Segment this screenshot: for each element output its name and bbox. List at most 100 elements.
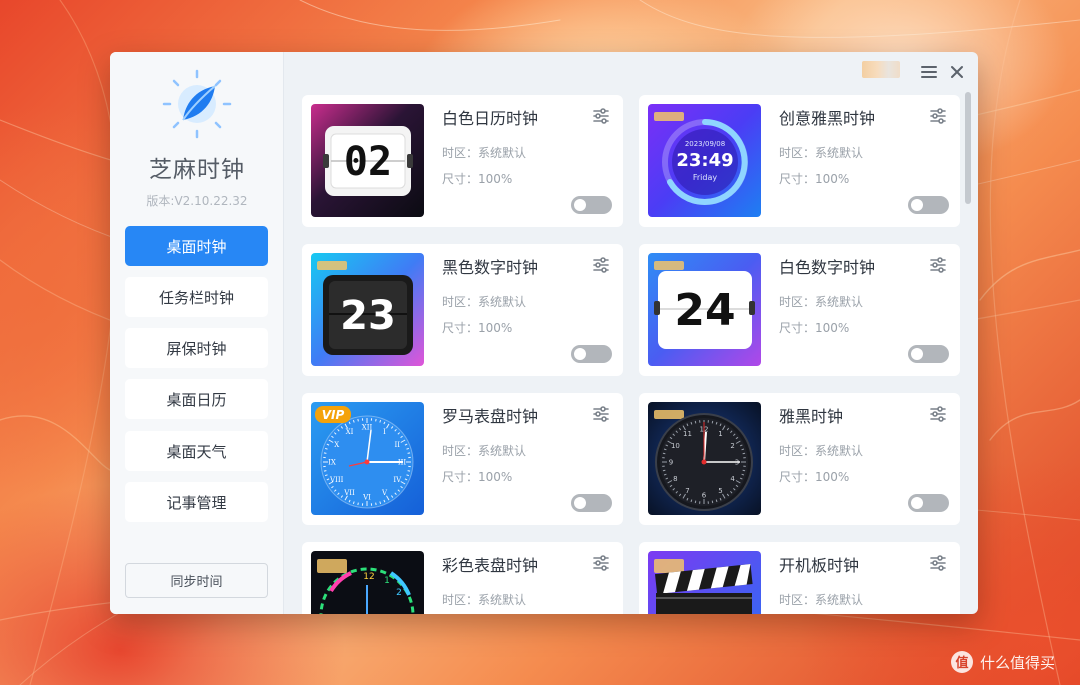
sliders-icon[interactable] [929,405,947,423]
dial-numeral: XI [346,428,354,436]
card-title: 开机板时钟 [779,556,860,575]
card-title: 彩色表盘时钟 [442,556,539,575]
dial-tick [694,420,697,424]
dial-tick [694,500,697,504]
dial-numeral: 2 [730,442,734,450]
enable-toggle[interactable] [908,494,949,512]
watermark-logo-icon: 值 [951,651,973,673]
user-avatar-blurred[interactable] [862,61,900,78]
dial-numeral: VIII [329,476,344,484]
sync-time-button[interactable]: 同步时间 [125,563,268,598]
dial-numeral: VII [343,489,355,497]
dial-tick [357,418,359,422]
nav-taskbar-clock[interactable]: 任务栏时钟 [125,277,268,317]
dial-numeral: 11 [683,430,692,438]
dial-tick [407,452,411,454]
thumb-time: 23:49 [676,150,733,171]
nav-screensaver-clock[interactable]: 屏保时钟 [125,328,268,368]
sliders-icon[interactable] [592,107,610,125]
clock-card-white-calendar[interactable]: 02 白色日历时钟 时区：系统默认 尺寸：100% [302,95,623,227]
card-title: 黑色数字时钟 [442,258,539,277]
card-size: 尺寸：100% [779,321,850,335]
enable-toggle[interactable] [908,196,949,214]
sliders-icon[interactable] [592,554,610,572]
clock-thumbnail-roman-dial: XIIIIIIIIIVVVIVIIVIIIIXXXI VIP [311,402,424,515]
enable-toggle[interactable] [571,494,612,512]
clock-card-clapperboard[interactable]: 开机板时钟 时区：系统默认 [639,542,960,614]
dial-numeral: 9 [669,459,673,467]
thumb-numeral-2: 2 [396,588,402,598]
nav-notes-management[interactable]: 记事管理 [125,482,268,522]
card-size: 尺寸：100% [442,470,513,484]
sliders-icon[interactable] [592,256,610,274]
thumb-digits: 02 [344,139,392,185]
clock-card-white-digital[interactable]: 24 白色数字时钟 时区：系统默认 尺寸：100% [639,244,960,376]
dial-tick [711,500,714,504]
dial-tick [323,470,327,472]
nav-desktop-clock[interactable]: 桌面时钟 [125,226,268,266]
card-size: 尺寸：100% [779,172,850,186]
dial-numeral: 10 [671,442,680,450]
enable-toggle[interactable] [571,196,612,214]
card-size: 尺寸：100% [779,470,850,484]
card-size: 尺寸：100% [442,321,513,335]
menu-icon[interactable] [920,64,938,80]
card-title: 罗马表盘时钟 [442,407,539,426]
card-size: 尺寸：100% [442,172,513,186]
dial-tick [407,470,411,472]
clock-card-creative-black[interactable]: 2023/09/08 23:49 Friday 创意雅黑时钟 时区：系统默认 尺… [639,95,960,227]
sliders-icon[interactable] [592,405,610,423]
dial-tick [662,452,666,455]
card-timezone: 时区：系统默认 [779,593,864,607]
dial-numeral: 7 [685,487,689,495]
sliders-icon[interactable] [929,554,947,572]
nav-desktop-weather[interactable]: 桌面天气 [125,431,268,471]
app-name: 芝麻时钟 [149,157,245,183]
clock-card-elegant-black[interactable]: 121234567891011 雅黑时钟 时区：系统默认 尺寸：100% [639,393,960,525]
thumb-numeral-12: 12 [363,572,374,582]
app-version: 版本:V2.10.22.32 [146,194,248,208]
card-title: 白色日历时钟 [442,109,539,128]
card-timezone: 时区：系统默认 [779,295,864,309]
thumb-day: Friday [693,173,718,182]
clock-card-black-digital[interactable]: 23 黑色数字时钟 时区：系统默认 尺寸：100% [302,244,623,376]
dial-tick [711,420,714,424]
card-timezone: 时区：系统默认 [442,444,527,458]
card-timezone: 时区：系统默认 [442,146,527,160]
clock-thumbnail-black-digital: 23 [311,253,424,366]
dial-numeral: 6 [702,492,707,500]
dial-numeral: I [383,428,386,436]
thumb-date: 2023/09/08 [685,140,725,148]
dial-numeral: X [334,441,339,449]
clock-card-colorful-dial[interactable]: 12 1 2 彩色表盘时钟 时区：系统默认 [302,542,623,614]
dial-tick [375,502,377,506]
enable-toggle[interactable] [908,345,949,363]
thumb-numeral-1: 1 [384,576,390,586]
dial-tick [357,502,359,506]
nav-desktop-calendar[interactable]: 桌面日历 [125,379,268,419]
close-icon[interactable] [949,64,965,80]
dial-numeral: II [395,441,401,449]
dial-numeral: 5 [718,487,722,495]
card-timezone: 时区：系统默认 [442,295,527,309]
clock-thumbnail-creative-black: 2023/09/08 23:49 Friday [648,104,761,217]
dial-numeral: 1 [718,430,722,438]
app-window: 芝麻时钟 版本:V2.10.22.32 桌面时钟 任务栏时钟 屏保时钟 桌面日历… [110,52,978,614]
scrollbar-thumb[interactable] [965,92,971,204]
watermark: 值 什么值得买 [950,650,1055,674]
card-timezone: 时区：系统默认 [442,593,527,607]
card-timezone: 时区：系统默认 [779,444,864,458]
thumb-digits: 23 [340,293,396,339]
clock-thumbnail-colorful-dial: 12 1 2 [311,551,424,614]
dial-numeral: 4 [730,475,735,483]
card-title: 雅黑时钟 [779,407,844,426]
card-title: 创意雅黑时钟 [779,109,876,128]
sliders-icon[interactable] [929,256,947,274]
clock-card-roman-dial[interactable]: XIIIIIIIIIVVVIVIIVIIIIXXXI VIP 罗马表盘时钟 时区… [302,393,623,525]
enable-toggle[interactable] [571,345,612,363]
sliders-icon[interactable] [929,107,947,125]
clock-thumbnail-elegant-black: 121234567891011 [648,402,761,515]
dial-numeral: V [381,489,388,497]
thumb-digits: 24 [674,285,735,336]
watermark-text: 什么值得买 [980,653,1056,672]
